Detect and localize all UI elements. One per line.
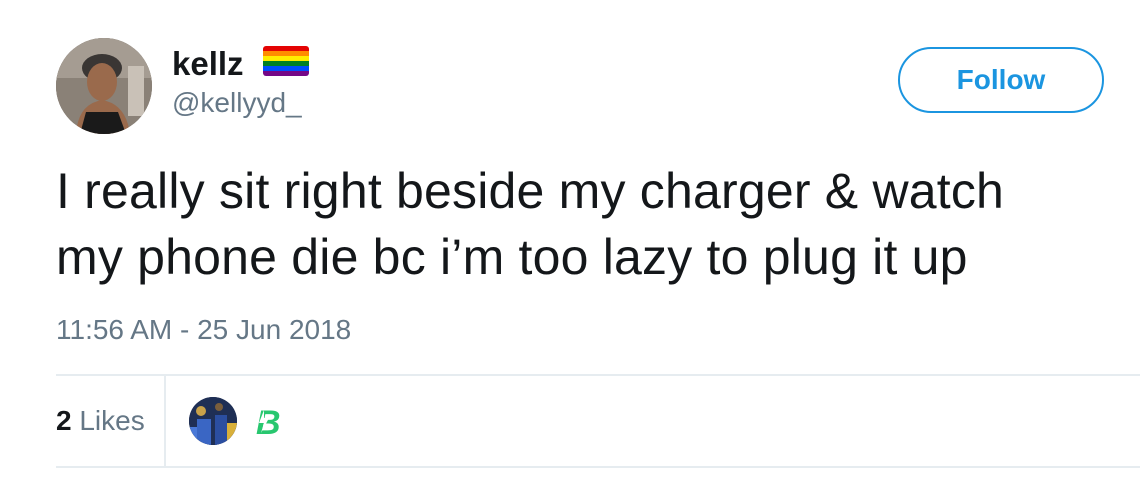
- likes-count: 2: [56, 405, 72, 436]
- liker-photo-icon: [189, 397, 237, 445]
- tweet-card: kellz @kellyyd_ Follow I really sit righ…: [0, 0, 1140, 478]
- bolt-b-logo-icon: B: [256, 404, 281, 442]
- author-display-name[interactable]: kellz: [172, 44, 244, 84]
- liker-avatar[interactable]: [189, 397, 237, 445]
- stats-divider: [164, 376, 166, 466]
- avatar-photo-icon: [56, 38, 152, 134]
- author-avatar[interactable]: [56, 38, 152, 134]
- likes-label: Likes: [79, 405, 145, 436]
- tweet-text-line-1: I really sit right beside my charger & w…: [56, 163, 1005, 219]
- divider: [56, 466, 1140, 468]
- rainbow-flag-icon: [263, 46, 309, 76]
- tweet-timestamp[interactable]: 11:56 AM - 25 Jun 2018: [56, 313, 351, 347]
- tweet-text-line-2: my phone die bc i’m too lazy to plug it …: [56, 229, 968, 285]
- liker-logo-avatar[interactable]: B: [252, 402, 290, 442]
- tweet-text: I really sit right beside my charger & w…: [56, 158, 1126, 290]
- divider: [56, 374, 1140, 376]
- likes-stat[interactable]: 2 Likes: [56, 404, 145, 438]
- author-handle[interactable]: @kellyyd_: [172, 86, 302, 120]
- follow-button[interactable]: Follow: [898, 47, 1104, 113]
